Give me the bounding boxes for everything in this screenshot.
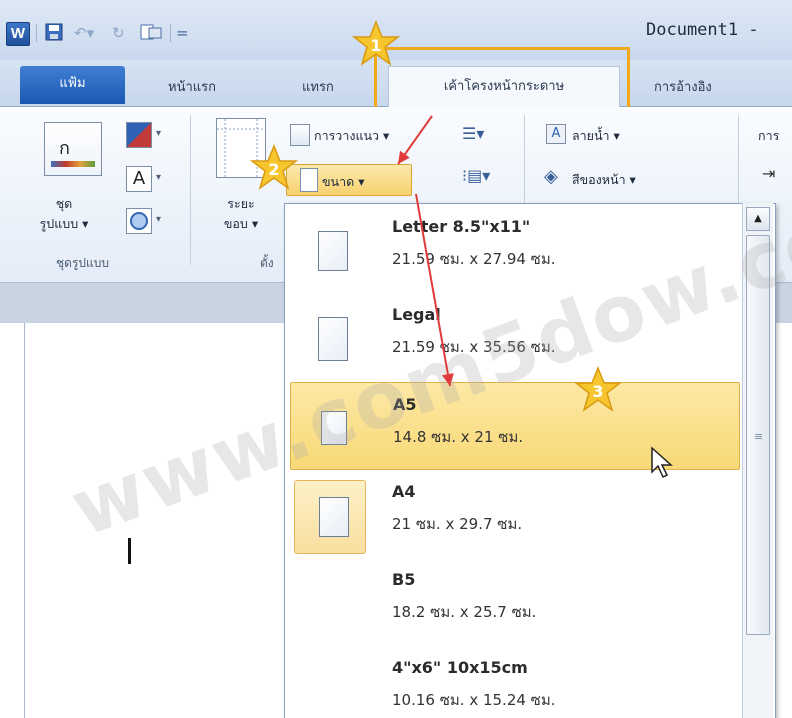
step-3-star-icon: 3 — [573, 365, 623, 414]
step-1-star-icon: 1 — [351, 19, 401, 68]
svg-text:3: 3 — [592, 382, 603, 401]
annotation-arrows — [397, 115, 454, 387]
svg-text:2: 2 — [268, 160, 279, 179]
word-window: W ↶▾ ↻ = Document1 - แฟ้ม หน้าแรก แทรก เ… — [0, 0, 792, 718]
svg-text:1: 1 — [370, 36, 381, 55]
step-2-star-icon: 2 — [249, 143, 299, 192]
mouse-pointer-icon — [650, 446, 676, 484]
